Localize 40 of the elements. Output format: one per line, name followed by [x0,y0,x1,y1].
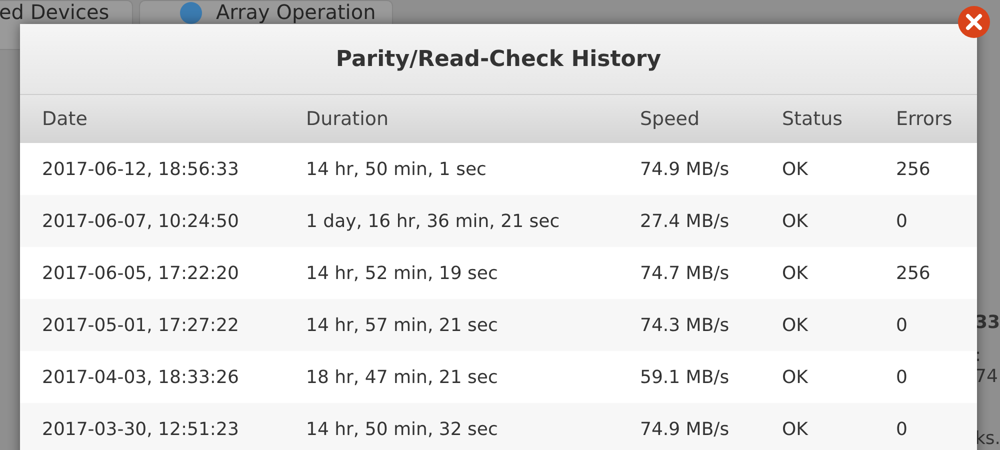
table-cell-text: 74.7 MB/s [640,262,730,284]
table-cell-text: OK [782,314,810,336]
close-icon [957,5,991,39]
table-cell-text: 74.3 MB/s [640,314,730,336]
table-cell-text: 27.4 MB/s [640,210,730,232]
table-cell-text: 2017-04-03, 18:33:26 [42,366,240,388]
table-cell-text: 2017-05-01, 17:27:22 [42,314,240,336]
table-cell-text: 256 [896,262,932,284]
column-header: Errors [896,108,954,130]
table-cell-text: OK [782,366,810,388]
table-cell-text: 256 [896,158,932,180]
table-cell-text: 59.1 MB/s [640,366,730,388]
table-cell-text: 0 [896,314,908,336]
table-cell-text: 74.9 MB/s [640,158,730,180]
table-cell-text: 18 hr, 47 min, 21 sec [306,366,499,388]
table-cell-text: 2017-03-30, 12:51:23 [42,418,240,440]
table-cell-text: OK [782,158,810,180]
table-cell-text: 0 [896,418,908,440]
table-cell-text: 2017-06-07, 10:24:50 [42,210,240,232]
column-header: Date [42,108,88,130]
dialog-title: Parity/Read-Check History [336,46,662,72]
page-text: 33 [975,312,1000,333]
column-header: Status [782,108,844,130]
table-cell-text: 2017-06-05, 17:22:20 [42,262,240,284]
table-cell-text: 0 [896,210,908,232]
table-cell-text: 14 hr, 52 min, 19 sec [306,262,499,284]
table-cell-text: 14 hr, 50 min, 1 sec [306,158,488,180]
table-cell-text: OK [782,418,810,440]
table-cell-text: 2017-06-12, 18:56:33 [42,158,240,180]
table-cell-text: 14 hr, 50 min, 32 sec [306,418,499,440]
close-button[interactable] [957,5,991,39]
page-text: : 74 [975,345,999,387]
table-cell-text: 1 day, 16 hr, 36 min, 21 sec [306,210,561,232]
table-cell-text: 0 [896,366,908,388]
column-header: Speed [640,108,701,130]
column-header: Duration [306,108,390,130]
table-cell-text: OK [782,262,810,284]
table-cell-text: OK [782,210,810,232]
table-cell-text: 14 hr, 57 min, 21 sec [306,314,499,336]
table-cell-text: 74.9 MB/s [640,418,730,440]
